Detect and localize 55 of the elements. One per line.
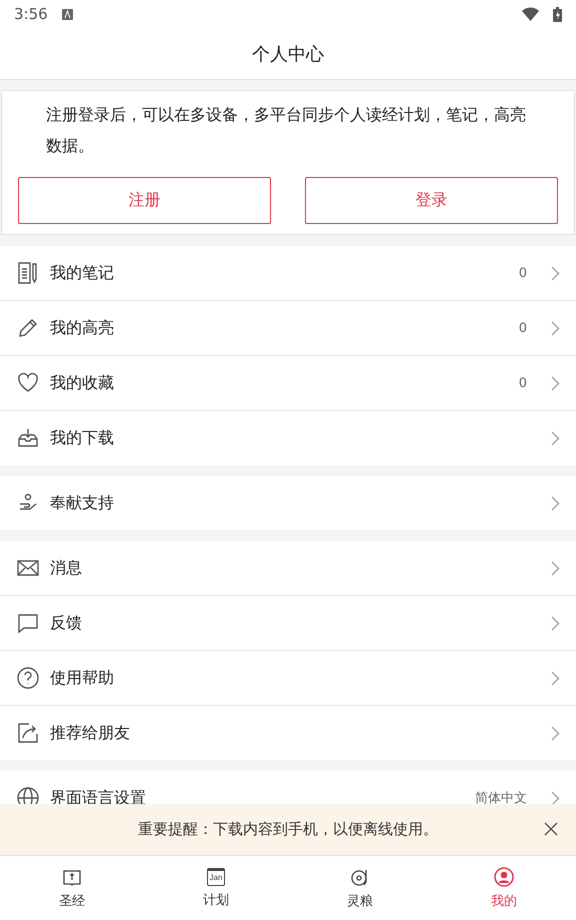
tab-label: 计划 [203,892,229,908]
nav-tab[interactable]: 我的 [432,856,576,920]
chevron-right-icon [551,320,560,336]
menu-label: 反馈 [50,612,83,634]
user-icon [494,866,514,886]
register-button[interactable]: 注册 [18,177,271,224]
chevron-right-icon [551,670,560,686]
chevron-right-icon [551,376,560,390]
tab-label: 我的 [491,892,517,910]
chevron-right-icon [551,430,560,446]
tab-label: 灵粮 [347,892,373,910]
menu-label: 使用帮助 [50,668,115,688]
share-icon [16,721,40,745]
chevron-right-icon [551,726,560,740]
nav-tab[interactable]: 圣经 [0,856,144,920]
tab-label: 圣经 [59,892,85,910]
login-message: 注册登录后，可以在多设备，多平台同步个人读经计划，笔记，高亮数据。 [45,104,527,157]
notification-icon [62,8,73,20]
menu-label: 我的笔记 [50,262,115,284]
chevron-right-icon [551,560,560,576]
count-label: 0 [518,320,527,336]
login-button[interactable]: 登录 [305,177,558,224]
count-label: 0 [518,266,527,280]
notice-text: 重要提醒：下载内容到手机，以便离线使用。 [138,820,438,839]
menu-row[interactable]: 我的笔记 0 [0,246,576,300]
menu-label: 我的收藏 [50,372,115,394]
battery-charging-icon [553,6,562,22]
close-button[interactable] [542,820,560,838]
calendar-icon: Jan [207,868,225,886]
chevron-right-icon [551,266,560,280]
chevron-right-icon [551,616,560,630]
menu-row[interactable]: 推荐给朋友 [0,705,576,760]
count-label: 0 [518,376,527,390]
menu-row[interactable]: 消息 [0,541,576,595]
menu-row[interactable]: 奉献支持 [0,476,576,530]
menu-row[interactable]: 我的高亮 0 [0,300,576,355]
wifi-icon [522,7,539,21]
menu-label: 推荐给朋友 [50,722,131,744]
globe-icon [16,786,40,804]
chevron-right-icon [551,496,560,510]
menu-row[interactable]: 反馈 [0,595,576,650]
help-icon [16,666,40,690]
value-label: 简体中文 [475,790,527,804]
chevron-right-icon [551,790,560,804]
menu-label: 我的高亮 [50,318,115,338]
menu-row[interactable]: 我的下载 [0,410,576,465]
nav-tab[interactable]: Jan 计划 [144,856,288,920]
status-time: 3:56 [14,5,48,23]
nav-tab[interactable]: 灵粮 [288,856,432,920]
menu-label: 奉献支持 [50,492,115,514]
menu-row[interactable]: 使用帮助 [0,650,576,705]
page-title: 个人中心 [252,42,324,66]
menu-row[interactable]: 我的收藏 0 [0,355,576,410]
menu-label: 消息 [50,558,83,578]
menu-label: 我的下载 [50,428,115,448]
